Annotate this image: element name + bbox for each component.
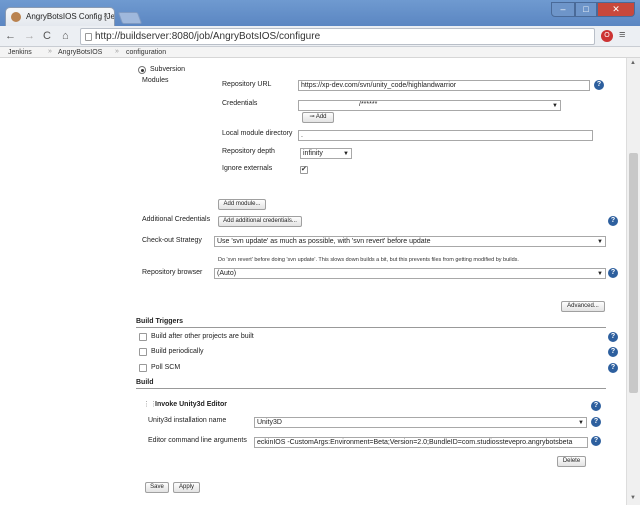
scroll-up-icon[interactable]: ▲ <box>630 60 636 66</box>
address-bar-url: http://buildserver:8080/job/AngryBotsIOS… <box>95 31 321 42</box>
browser-toolbar: ← → C ⌂ http://buildserver:8080/job/Angr… <box>0 26 640 47</box>
chevron-down-icon: ▼ <box>552 103 558 109</box>
build-periodically-checkbox[interactable] <box>139 348 147 356</box>
add-label: Add <box>315 114 327 120</box>
build-title: Build <box>136 379 154 386</box>
section-divider <box>136 388 606 389</box>
home-icon[interactable]: ⌂ <box>62 29 69 43</box>
breadcrumb-jenkins[interactable]: Jenkins <box>8 49 32 56</box>
breadcrumb-separator-icon: » <box>115 48 119 55</box>
repository-browser-value: (Auto) <box>217 270 237 277</box>
checkout-strategy-label: Check-out Strategy <box>142 237 202 244</box>
repository-depth-select[interactable]: infinity ▼ <box>300 148 352 159</box>
checkout-strategy-description: Do 'svn revert' before doing 'svn update… <box>218 257 519 263</box>
configure-form: Subversion Modules Repository URL https:… <box>0 58 626 505</box>
local-module-input[interactable]: . <box>298 130 593 141</box>
chevron-down-icon: ▼ <box>578 420 584 426</box>
new-tab-button[interactable] <box>117 12 143 24</box>
poll-scm-checkbox[interactable] <box>139 364 147 372</box>
unity-installation-help-icon[interactable]: ? <box>591 417 601 427</box>
breadcrumb-configuration[interactable]: configuration <box>126 49 166 56</box>
add-module-button[interactable]: Add module... <box>218 199 266 210</box>
tab-bar: AngryBotsIOS Config [Jen × – □ ✕ <box>0 0 640 26</box>
ignore-externals-checkbox[interactable] <box>300 165 308 174</box>
repository-browser-label: Repository browser <box>142 269 203 276</box>
add-additional-credentials-button[interactable]: Add additional credentials... <box>218 216 302 227</box>
repository-url-help-icon[interactable]: ? <box>594 80 604 90</box>
advanced-button[interactable]: Advanced... <box>561 301 605 312</box>
unity-installation-value: Unity3D <box>257 419 282 426</box>
jenkins-favicon-icon <box>11 12 21 22</box>
tab-title: AngryBotsIOS Config [Jen <box>26 12 115 21</box>
delete-step-button[interactable]: Delete <box>557 456 586 467</box>
breadcrumb-angrybotsios[interactable]: AngryBotsIOS <box>58 49 102 56</box>
extension-icon[interactable]: O <box>601 30 613 42</box>
ignore-externals-label: Ignore externals <box>222 165 273 172</box>
breadcrumb: Jenkins » AngryBotsIOS » configuration <box>0 47 640 58</box>
build-periodically-label: Build periodically <box>151 348 204 355</box>
checkout-strategy-select[interactable]: Use 'svn update' as much as possible, wi… <box>214 236 606 247</box>
poll-scm-label: Poll SCM <box>151 364 181 371</box>
subversion-label: Subversion <box>150 66 186 73</box>
browser-window: AngryBotsIOS Config [Jen × – □ ✕ ← → C ⌂… <box>0 0 640 505</box>
scroll-down-icon[interactable]: ▼ <box>630 495 636 501</box>
address-bar[interactable]: http://buildserver:8080/job/AngryBotsIOS… <box>80 28 595 45</box>
credentials-select[interactable]: /****** ▼ <box>298 100 561 111</box>
reload-icon[interactable]: C <box>43 29 51 43</box>
minimize-button[interactable]: – <box>551 2 575 17</box>
repository-browser-select[interactable]: (Auto) ▼ <box>214 268 606 279</box>
editor-args-input[interactable]: eckinIOS -CustomArgs:Environment=Beta;Ve… <box>254 437 588 448</box>
chevron-down-icon: ▼ <box>343 151 349 157</box>
unity-installation-label: Unity3d installation name <box>148 417 227 424</box>
page-icon <box>85 33 92 41</box>
section-divider <box>136 327 606 328</box>
credentials-value: /****** <box>359 101 378 108</box>
chevron-down-icon: ▼ <box>597 271 603 277</box>
build-after-label: Build after other projects are built <box>151 333 254 340</box>
modules-label: Modules <box>142 77 169 84</box>
build-step-help-icon[interactable]: ? <box>591 401 601 411</box>
unity-installation-select[interactable]: Unity3D ▼ <box>254 417 587 428</box>
editor-args-label: Editor command line arguments <box>148 437 247 444</box>
checkout-strategy-value: Use 'svn update' as much as possible, wi… <box>217 238 431 245</box>
additional-credentials-label: Additional Credentials <box>142 216 211 223</box>
chevron-down-icon: ▼ <box>597 239 603 245</box>
build-periodically-help-icon[interactable]: ? <box>608 347 618 357</box>
editor-args-help-icon[interactable]: ? <box>591 436 601 446</box>
local-module-label: Local module directory <box>222 130 293 137</box>
menu-icon[interactable]: ≡ <box>619 29 625 41</box>
repository-browser-help-icon[interactable]: ? <box>608 268 618 278</box>
apply-button[interactable]: Apply <box>173 482 200 493</box>
repository-depth-label: Repository depth <box>222 148 275 155</box>
back-arrow-icon[interactable]: ← <box>5 29 16 43</box>
close-window-button[interactable]: ✕ <box>597 2 635 17</box>
repository-url-label: Repository URL <box>222 81 272 88</box>
key-icon: ⊸ <box>309 114 315 120</box>
poll-scm-help-icon[interactable]: ? <box>608 363 618 373</box>
additional-credentials-help-icon[interactable]: ? <box>608 216 618 226</box>
save-button[interactable]: Save <box>145 482 169 493</box>
vertical-scrollbar[interactable]: ▲ ▼ <box>626 58 640 505</box>
maximize-button[interactable]: □ <box>575 2 597 17</box>
scrollbar-thumb[interactable] <box>629 153 638 393</box>
browser-tab[interactable]: AngryBotsIOS Config [Jen × <box>5 7 115 26</box>
subversion-radio[interactable] <box>138 66 146 74</box>
build-after-checkbox[interactable] <box>139 333 147 341</box>
repository-depth-value: infinity <box>303 150 323 157</box>
breadcrumb-separator-icon: » <box>48 48 52 55</box>
build-step-title: Invoke Unity3d Editor <box>155 401 227 408</box>
tab-close-icon[interactable]: × <box>103 11 108 20</box>
add-credentials-button[interactable]: ⊸ Add <box>302 112 334 123</box>
build-triggers-title: Build Triggers <box>136 318 184 325</box>
forward-arrow-icon[interactable]: → <box>24 29 35 43</box>
build-after-help-icon[interactable]: ? <box>608 332 618 342</box>
credentials-label: Credentials <box>222 100 258 107</box>
repository-url-input[interactable]: https://xp-dev.com/svn/unity_code/highla… <box>298 80 590 91</box>
